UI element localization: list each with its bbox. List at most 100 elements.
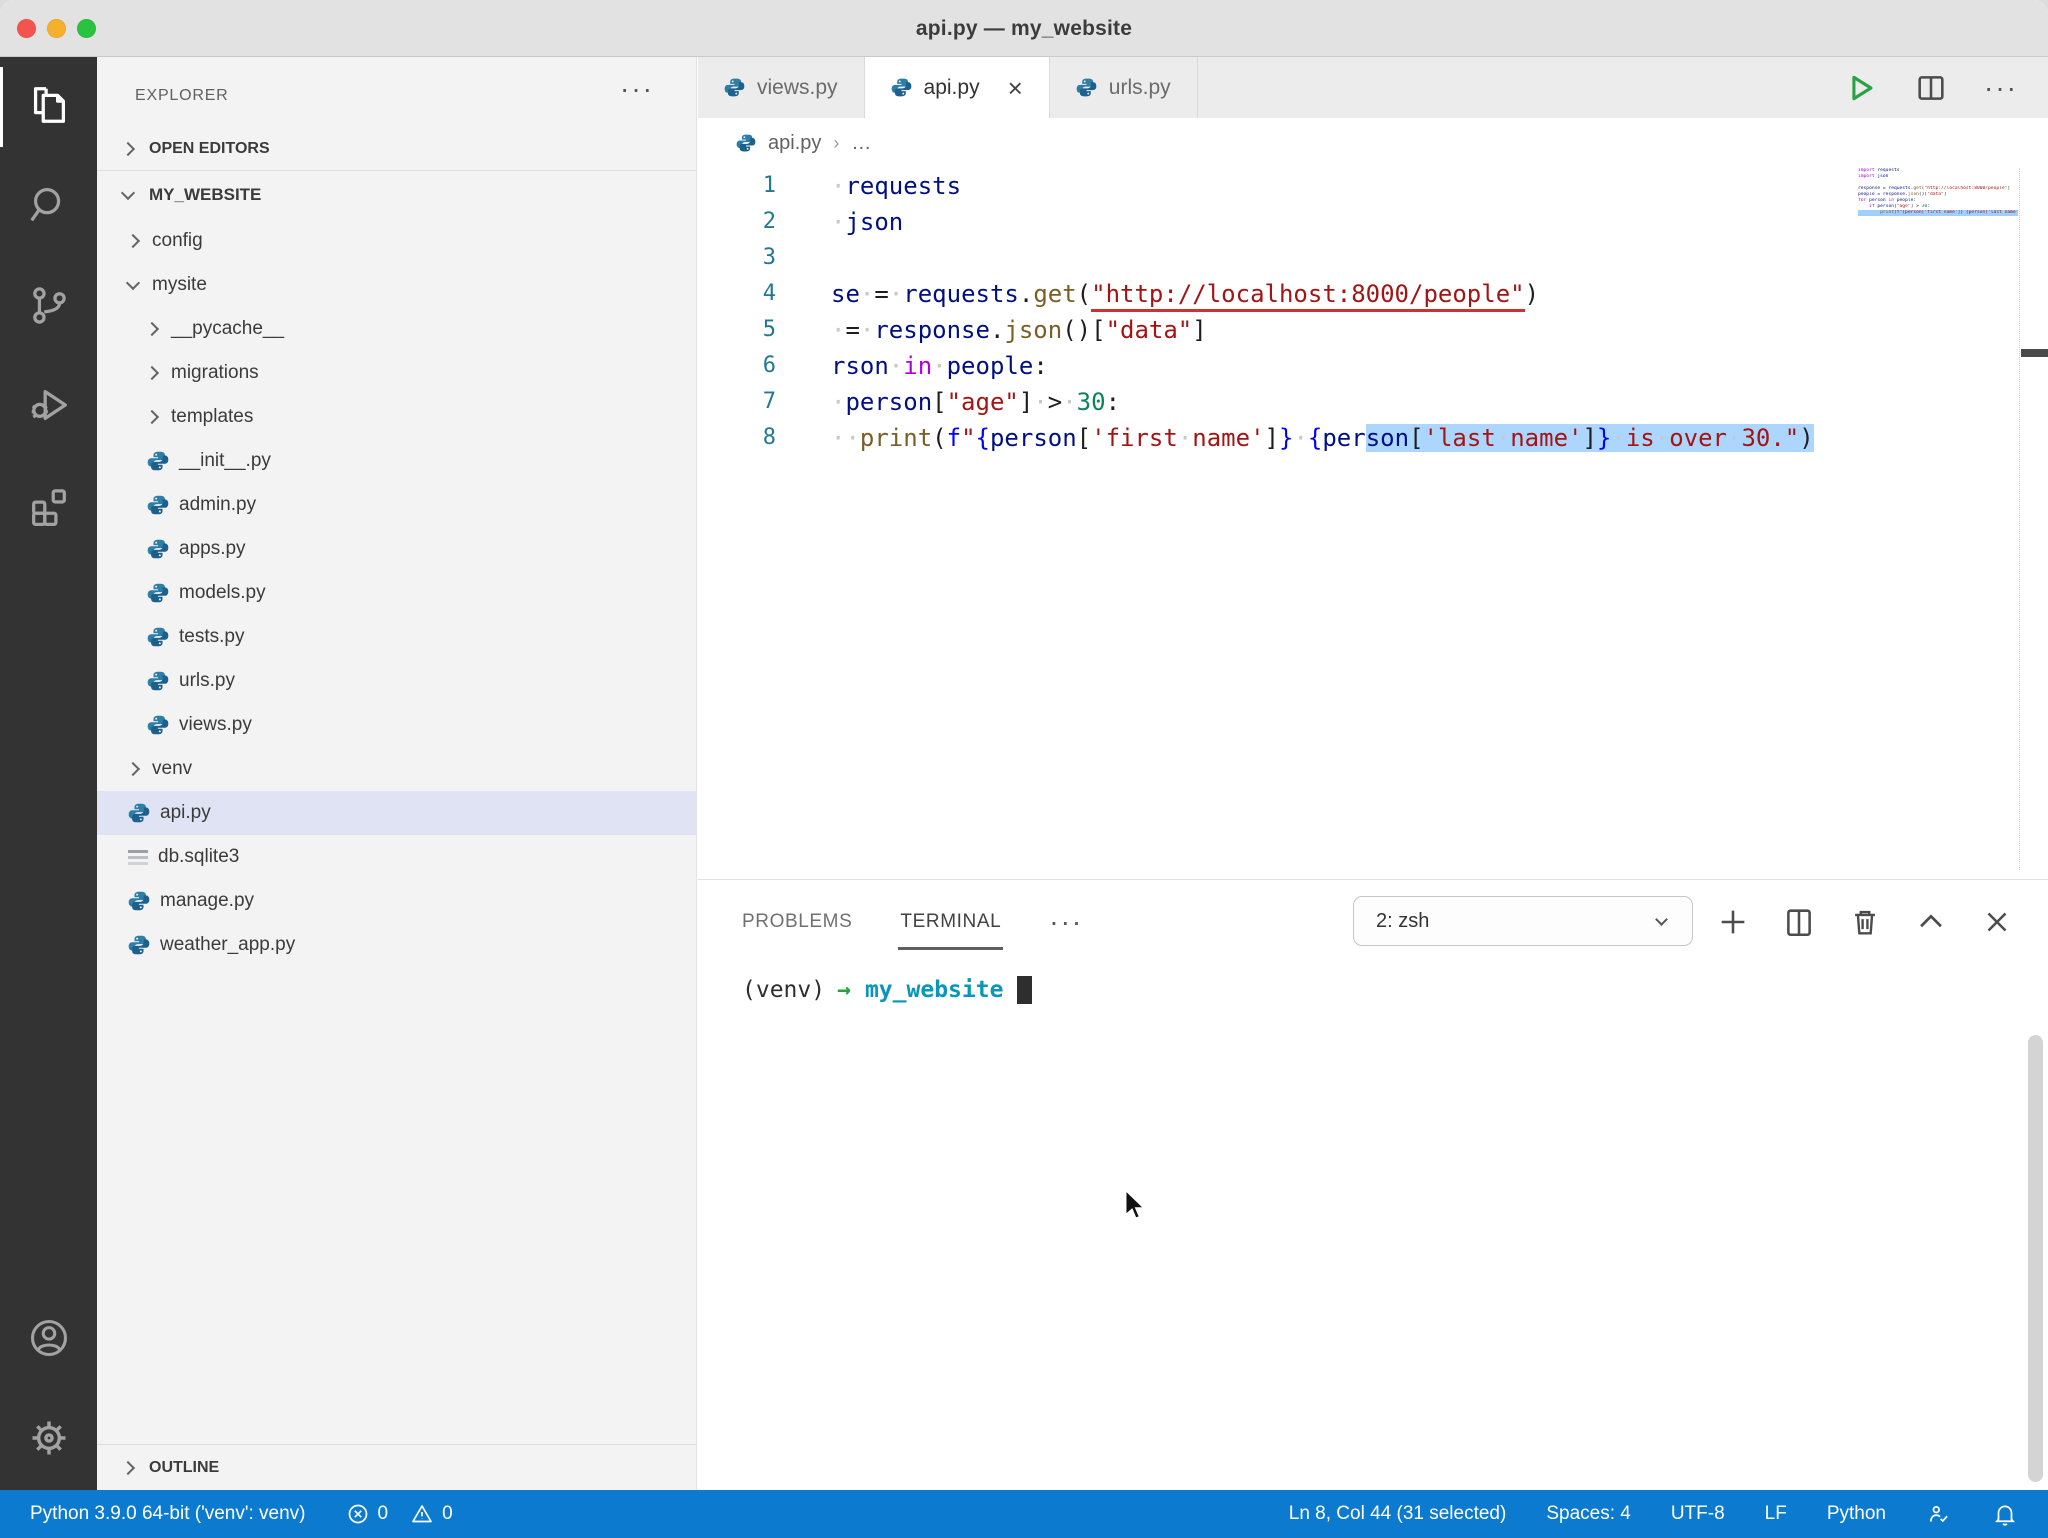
open-editors-section[interactable]: OPEN EDITORS bbox=[97, 127, 696, 171]
code-editor[interactable]: 1·requests2·json34se·=·requests.get("htt… bbox=[698, 168, 2048, 456]
minimap-divider bbox=[2019, 168, 2020, 870]
code-line-4[interactable]: 4se·=·requests.get("http://localhost:800… bbox=[698, 276, 2048, 312]
breadcrumb-file[interactable]: api.py bbox=[768, 132, 821, 155]
tree-item-mysite[interactable]: mysite bbox=[97, 263, 696, 307]
tree-item-label: admin.py bbox=[179, 494, 256, 516]
tree-item--init-py[interactable]: __init__.py bbox=[97, 439, 696, 483]
sidebar-item-explorer[interactable] bbox=[0, 57, 97, 157]
tree-item-apps-py[interactable]: apps.py bbox=[97, 527, 696, 571]
chevron-right-icon bbox=[145, 410, 159, 424]
code-line-5[interactable]: 5·=·response.json()["data"] bbox=[698, 312, 2048, 348]
workspace-root-row[interactable]: MY_WEBSITE bbox=[97, 171, 696, 219]
code-line-7[interactable]: 7·person["age"]·>·30: bbox=[698, 384, 2048, 420]
code-line-8[interactable]: 8··print(f"{person['first·name']}·{perso… bbox=[698, 420, 2048, 456]
settings-button[interactable] bbox=[0, 1390, 97, 1490]
extensions-icon bbox=[26, 482, 72, 533]
tree-item-label: models.py bbox=[179, 582, 266, 604]
open-editors-label: OPEN EDITORS bbox=[149, 140, 270, 158]
split-editor-button[interactable] bbox=[1914, 71, 1948, 105]
minimap[interactable]: import requestsimport jsonresponse = req… bbox=[1858, 168, 2018, 216]
tree-item-label: views.py bbox=[179, 714, 252, 736]
chevron-down-icon bbox=[126, 276, 140, 290]
tree-item-admin-py[interactable]: admin.py bbox=[97, 483, 696, 527]
python-file-icon bbox=[147, 538, 169, 560]
python-interpreter-status[interactable]: Python 3.9.0 64-bit ('venv': venv) bbox=[30, 1503, 306, 1525]
run-debug-icon bbox=[26, 382, 72, 433]
account-button[interactable] bbox=[0, 1290, 97, 1390]
breadcrumb[interactable]: api.py › … bbox=[698, 118, 2048, 168]
new-terminal-button[interactable] bbox=[1716, 905, 1750, 939]
kill-terminal-trash-icon[interactable] bbox=[1848, 905, 1882, 939]
tree-item-label: __pycache__ bbox=[171, 318, 284, 340]
tree-item-api-py[interactable]: api.py bbox=[97, 791, 696, 835]
terminal-arrow-icon: → bbox=[837, 977, 851, 1003]
split-terminal-button[interactable] bbox=[1782, 905, 1816, 939]
tree-item-config[interactable]: config bbox=[97, 219, 696, 263]
tree-item-migrations[interactable]: migrations bbox=[97, 351, 696, 395]
problems-status[interactable]: 0 0 bbox=[346, 1502, 453, 1526]
cursor-position-status[interactable]: Ln 8, Col 44 (31 selected) bbox=[1289, 1503, 1507, 1525]
editor-tab-urls-py[interactable]: urls.py bbox=[1050, 57, 1198, 118]
tree-item-urls-py[interactable]: urls.py bbox=[97, 659, 696, 703]
tree-item-views-py[interactable]: views.py bbox=[97, 703, 696, 747]
eol-status[interactable]: LF bbox=[1765, 1503, 1787, 1525]
sidebar-item-search[interactable] bbox=[0, 157, 97, 257]
sidebar-item-run-debug[interactable] bbox=[0, 357, 97, 457]
workspace-root-label: MY_WEBSITE bbox=[149, 185, 261, 205]
tab-label: api.py bbox=[924, 76, 980, 100]
breadcrumb-symbol-more[interactable]: … bbox=[851, 132, 871, 155]
python-file-icon bbox=[1076, 77, 1097, 98]
line-number: 5 bbox=[698, 312, 776, 348]
outline-section[interactable]: OUTLINE bbox=[97, 1444, 696, 1490]
tree-item-weather-app-py[interactable]: weather_app.py bbox=[97, 923, 696, 967]
maximize-panel-chevron-icon[interactable] bbox=[1914, 905, 1948, 939]
encoding-status[interactable]: UTF-8 bbox=[1671, 1503, 1725, 1525]
panel-more-actions-icon[interactable]: ··· bbox=[1049, 908, 1083, 936]
code-line-6[interactable]: 6rson·in·people: bbox=[698, 348, 2048, 384]
chevron-right-icon bbox=[126, 762, 140, 776]
close-panel-icon[interactable] bbox=[1980, 905, 2014, 939]
line-number: 7 bbox=[698, 384, 776, 420]
explorer-more-actions-icon[interactable]: ··· bbox=[620, 73, 654, 105]
line-number: 3 bbox=[698, 240, 776, 276]
tab-terminal[interactable]: TERMINAL bbox=[900, 911, 1001, 933]
terminal-shell-value: 2: zsh bbox=[1376, 910, 1429, 933]
editor-tab-views-py[interactable]: views.py bbox=[698, 57, 865, 118]
tree-item-models-py[interactable]: models.py bbox=[97, 571, 696, 615]
terminal-shell-select[interactable]: 2: zsh bbox=[1353, 896, 1693, 946]
indentation-status[interactable]: Spaces: 4 bbox=[1546, 1503, 1631, 1525]
source-control-icon bbox=[26, 282, 72, 333]
tree-item-venv[interactable]: venv bbox=[97, 747, 696, 791]
editor-more-actions-icon[interactable]: ··· bbox=[1984, 74, 2018, 102]
python-file-icon bbox=[147, 494, 169, 516]
tree-item-label: weather_app.py bbox=[160, 934, 295, 956]
code-line-1[interactable]: 1·requests bbox=[698, 168, 2048, 204]
notifications-bell-icon[interactable] bbox=[1992, 1501, 2018, 1527]
tree-item-templates[interactable]: templates bbox=[97, 395, 696, 439]
chevron-down-icon bbox=[1655, 913, 1668, 926]
editor-tab-api-py[interactable]: api.py × bbox=[865, 57, 1050, 118]
tree-item-manage-py[interactable]: manage.py bbox=[97, 879, 696, 923]
breadcrumb-separator-icon: › bbox=[833, 133, 839, 154]
code-line-3[interactable]: 3 bbox=[698, 240, 2048, 276]
tree-item-tests-py[interactable]: tests.py bbox=[97, 615, 696, 659]
tree-item-label: mysite bbox=[152, 274, 207, 296]
tree-item-label: urls.py bbox=[179, 670, 235, 692]
run-python-file-button[interactable] bbox=[1844, 71, 1878, 105]
tree-item-db-sqlite3[interactable]: db.sqlite3 bbox=[97, 835, 696, 879]
python-file-icon bbox=[147, 450, 169, 472]
tab-problems[interactable]: PROBLEMS bbox=[742, 911, 852, 933]
sidebar-item-source-control[interactable] bbox=[0, 257, 97, 357]
close-tab-icon[interactable]: × bbox=[1008, 75, 1023, 101]
chevron-down-icon bbox=[121, 186, 135, 200]
python-file-icon bbox=[147, 714, 169, 736]
tree-item--pycache-[interactable]: __pycache__ bbox=[97, 307, 696, 351]
terminal-prompt[interactable]: (venv) → my_website bbox=[742, 976, 1032, 1004]
panel-header: PROBLEMS TERMINAL ··· 2: zsh bbox=[698, 880, 2048, 964]
terminal-scrollbar[interactable] bbox=[2028, 1035, 2043, 1482]
feedback-icon[interactable] bbox=[1926, 1501, 1952, 1527]
chevron-right-icon bbox=[126, 234, 140, 248]
language-mode-status[interactable]: Python bbox=[1827, 1503, 1886, 1525]
sidebar-item-extensions[interactable] bbox=[0, 457, 97, 557]
code-line-2[interactable]: 2·json bbox=[698, 204, 2048, 240]
